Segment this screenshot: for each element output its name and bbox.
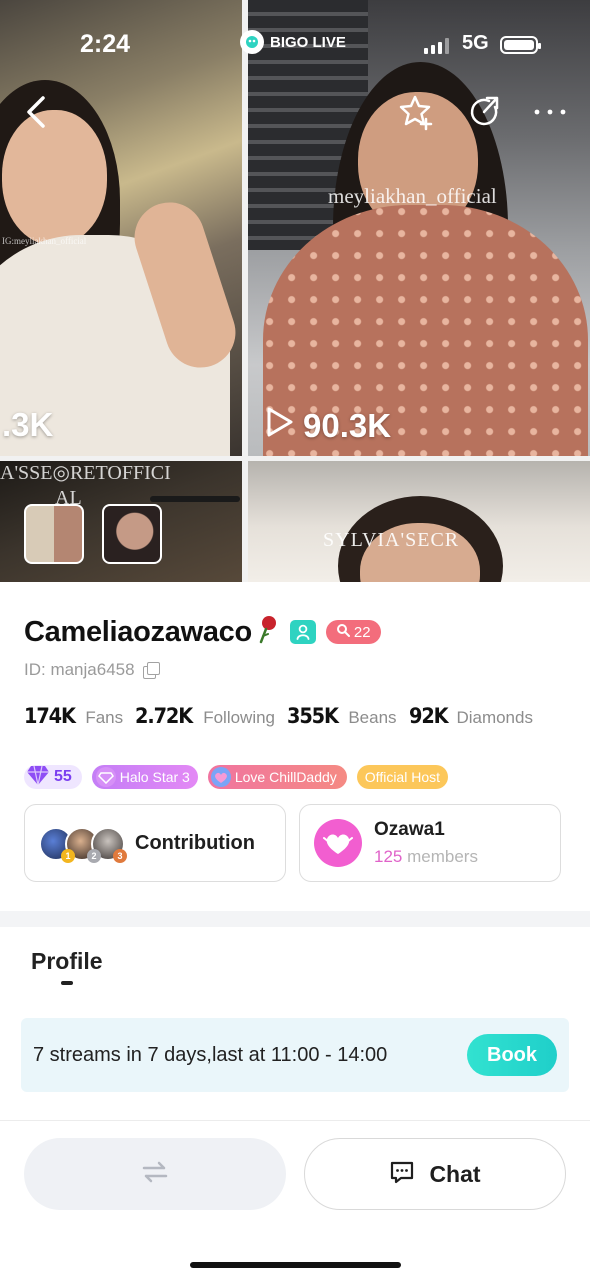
diamond-icon xyxy=(26,764,50,791)
favorite-star-icon[interactable] xyxy=(396,92,436,132)
tile-watermark: SYLVIA'SECR xyxy=(323,529,460,551)
back-icon[interactable] xyxy=(16,92,56,132)
profile-name: Cameliaozawaco xyxy=(24,615,252,648)
stats-row: 174K Fans 2.72K Following 355K Beans 92K… xyxy=(24,704,545,728)
brand-name: BIGO LIVE xyxy=(270,33,346,51)
hero-collage: IG:meyliakhan_official meyliakhan_offici… xyxy=(0,0,590,582)
rank-badge: 1 xyxy=(61,849,75,863)
thumbnail-strip xyxy=(24,504,162,564)
diamonds-count: 92K xyxy=(408,704,449,728)
love-badge[interactable]: Love ChillDaddy xyxy=(207,765,347,789)
network-type: 5G xyxy=(462,32,489,54)
rose-icon xyxy=(256,614,280,650)
gender-icon xyxy=(289,620,316,644)
book-button[interactable]: Book xyxy=(467,1034,557,1076)
thumbnail-collage[interactable] xyxy=(24,504,84,564)
rank-badge: 3 xyxy=(113,849,127,863)
diamond-level-value: 55 xyxy=(54,768,72,785)
video-tile-4[interactable]: SYLVIA'SECR xyxy=(248,461,590,582)
user-id-row: ID: manja6458 xyxy=(24,660,160,680)
status-time: 2:24 xyxy=(80,30,131,58)
user-id: ID: manja6458 xyxy=(24,660,135,679)
signal-icon xyxy=(424,38,449,54)
tab-profile[interactable]: Profile xyxy=(31,948,103,975)
battery-icon xyxy=(500,36,541,54)
chat-label: Chat xyxy=(429,1160,481,1187)
diamond-level-badge[interactable]: 55 xyxy=(24,765,82,789)
family-name: Ozawa1 xyxy=(374,819,445,840)
bigo-logo-icon xyxy=(240,30,264,54)
diamonds-label: Diamonds xyxy=(456,708,533,727)
play-icon xyxy=(265,406,295,446)
official-host-badge[interactable]: Official Host xyxy=(356,765,449,789)
copy-icon[interactable] xyxy=(142,662,160,679)
bottom-separator xyxy=(0,1120,590,1121)
brand-watermark: BIGO LIVE xyxy=(240,30,346,54)
fans-count[interactable]: 174K xyxy=(24,704,76,728)
chat-button[interactable]: Chat xyxy=(304,1138,566,1210)
top-contributors: 1 2 3 xyxy=(39,823,133,863)
member-count: 125 xyxy=(374,847,403,866)
view-count: .3K xyxy=(2,406,53,444)
tab-indicator xyxy=(61,981,73,985)
member-suffix: members xyxy=(402,847,478,866)
contribution-card[interactable]: 1 2 3 Contribution xyxy=(24,804,286,882)
status-bar: 2:24 BIGO LIVE 5G xyxy=(0,0,590,86)
halo-star-badge[interactable]: Halo Star 3 xyxy=(91,765,198,789)
profile-header: Cameliaozawaco 22 xyxy=(24,612,381,652)
view-count: 90.3K xyxy=(265,406,391,446)
more-icon[interactable] xyxy=(530,92,570,132)
thumbnail-portrait[interactable] xyxy=(102,504,162,564)
tile-watermark: meyliakhan_official xyxy=(328,184,497,208)
tile-watermark: A'SSE◎RETOFFICI xyxy=(0,462,171,484)
level-value: 22 xyxy=(353,623,371,641)
host-label: Official Host xyxy=(364,769,441,785)
rank-badge: 2 xyxy=(87,849,101,863)
love-label: Love ChillDaddy xyxy=(234,769,337,785)
level-badge[interactable]: 22 xyxy=(325,620,381,644)
beans-count: 355K xyxy=(287,704,339,728)
view-count-value: 90.3K xyxy=(303,407,392,444)
tile-photo-fan xyxy=(150,496,240,502)
home-indicator[interactable] xyxy=(190,1262,401,1268)
schedule-banner: 7 streams in 7 days,last at 11:00 - 14:0… xyxy=(21,1018,569,1092)
family-members: 125 members xyxy=(374,847,478,867)
family-card[interactable]: Ozawa1 125 members xyxy=(299,804,561,882)
chat-icon xyxy=(389,1159,415,1190)
halo-label: Halo Star 3 xyxy=(119,769,190,785)
tile-watermark: IG:meyliakhan_official xyxy=(2,236,87,246)
badges-row: 55 Halo Star 3 Love ChillDaddy Official … xyxy=(24,764,449,790)
following-count[interactable]: 2.72K xyxy=(135,704,193,728)
following-label[interactable]: Following xyxy=(203,708,275,728)
halo-icon xyxy=(95,767,116,787)
fans-label[interactable]: Fans xyxy=(85,708,123,728)
schedule-text: 7 streams in 7 days,last at 11:00 - 14:0… xyxy=(33,1043,388,1066)
section-divider xyxy=(0,911,590,927)
contribution-label: Contribution xyxy=(135,831,255,854)
family-info: Ozawa1 125 members xyxy=(374,819,478,867)
share-icon[interactable] xyxy=(464,92,504,132)
beans-label: Beans xyxy=(348,708,397,727)
swap-button[interactable] xyxy=(24,1138,286,1210)
family-heart-icon xyxy=(314,819,362,867)
search-level-icon xyxy=(336,623,350,641)
heart-icon xyxy=(210,767,231,787)
view-count-value: .3K xyxy=(2,406,54,443)
swap-icon xyxy=(142,1161,168,1188)
